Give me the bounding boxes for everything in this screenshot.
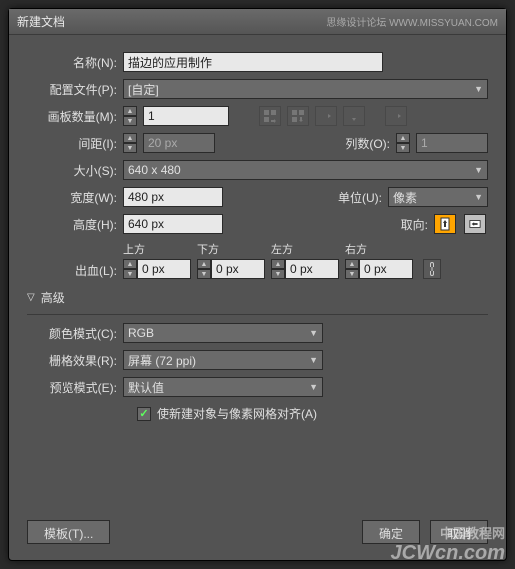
profile-label: 配置文件(P): [27, 81, 117, 98]
profile-select[interactable]: [自定]▼ [123, 79, 488, 99]
height-input[interactable] [123, 214, 223, 234]
preview-select[interactable]: 默认值▼ [123, 377, 323, 397]
bleed-top-spinner[interactable]: ▲▼ [123, 259, 137, 279]
bleed-right-input[interactable] [359, 259, 413, 279]
bleed-bottom-spinner[interactable]: ▲▼ [197, 259, 211, 279]
arrange-right-icon[interactable] [315, 106, 337, 126]
cancel-button[interactable]: 取消 [430, 520, 488, 544]
new-document-dialog: 新建文档 思缘设计论坛 WWW.MISSYUAN.COM 名称(N): 配置文件… [8, 8, 507, 561]
size-label: 大小(S): [27, 162, 117, 179]
orientation-landscape-button[interactable] [464, 214, 486, 234]
bleed-left-spinner[interactable]: ▲▼ [271, 259, 285, 279]
bleed-bottom-input[interactable] [211, 259, 265, 279]
bleed-right-spinner[interactable]: ▲▼ [345, 259, 359, 279]
spacing-label: 间距(I): [27, 135, 117, 152]
arrow-right-icon[interactable] [385, 106, 407, 126]
spacing-input [143, 133, 215, 153]
columns-label: 列数(O): [322, 135, 390, 152]
triangle-down-icon: ▽ [27, 292, 35, 303]
artboards-spinner[interactable]: ▲▼ [123, 106, 137, 126]
chevron-down-icon: ▼ [474, 165, 483, 175]
bleed-left-label: 左方 [271, 241, 293, 257]
raster-label: 栅格效果(R): [27, 352, 117, 369]
spacing-spinner: ▲▼ [123, 133, 137, 153]
preview-label: 预览模式(E): [27, 379, 117, 396]
name-label: 名称(N): [27, 54, 117, 71]
name-input[interactable] [123, 52, 383, 72]
align-pixel-grid-checkbox[interactable]: ✓ [137, 407, 151, 421]
templates-button[interactable]: 模板(T)... [27, 520, 110, 544]
orientation-portrait-button[interactable] [434, 214, 456, 234]
columns-input [416, 133, 488, 153]
width-label: 宽度(W): [27, 189, 117, 206]
units-label: 单位(U): [314, 189, 382, 206]
bleed-right-label: 右方 [345, 241, 367, 257]
colormode-label: 颜色模式(C): [27, 325, 117, 342]
bleed-bottom-label: 下方 [197, 241, 219, 257]
units-select[interactable]: 像素▼ [388, 187, 488, 207]
grid-by-col-icon[interactable] [287, 106, 309, 126]
columns-spinner: ▲▼ [396, 133, 410, 153]
chevron-down-icon: ▼ [474, 192, 483, 202]
link-bleed-icon[interactable] [423, 259, 441, 279]
bleed-top-label: 上方 [123, 241, 145, 257]
bleed-top-input[interactable] [137, 259, 191, 279]
dialog-title: 新建文档 [17, 13, 65, 30]
bleed-left-input[interactable] [285, 259, 339, 279]
titlebar-right-text: 思缘设计论坛 WWW.MISSYUAN.COM [326, 14, 498, 29]
height-label: 高度(H): [27, 216, 117, 233]
arrange-down-icon[interactable] [343, 106, 365, 126]
chevron-down-icon: ▼ [474, 84, 483, 94]
ok-button[interactable]: 确定 [362, 520, 420, 544]
orient-label: 取向: [360, 216, 428, 233]
artboards-label: 画板数量(M): [27, 108, 117, 125]
titlebar[interactable]: 新建文档 思缘设计论坛 WWW.MISSYUAN.COM [9, 9, 506, 35]
bleed-label: 出血(L): [27, 262, 117, 279]
chevron-down-icon: ▼ [309, 355, 318, 365]
advanced-header[interactable]: ▽ 高级 [27, 289, 488, 306]
chevron-down-icon: ▼ [309, 328, 318, 338]
raster-select[interactable]: 屏幕 (72 ppi)▼ [123, 350, 323, 370]
align-pixel-grid-label: 使新建对象与像素网格对齐(A) [157, 405, 317, 422]
grid-by-row-icon[interactable] [259, 106, 281, 126]
artboards-input[interactable] [143, 106, 229, 126]
chevron-down-icon: ▼ [309, 382, 318, 392]
colormode-select[interactable]: RGB▼ [123, 323, 323, 343]
width-input[interactable] [123, 187, 223, 207]
size-select[interactable]: 640 x 480▼ [123, 160, 488, 180]
divider [27, 314, 488, 315]
